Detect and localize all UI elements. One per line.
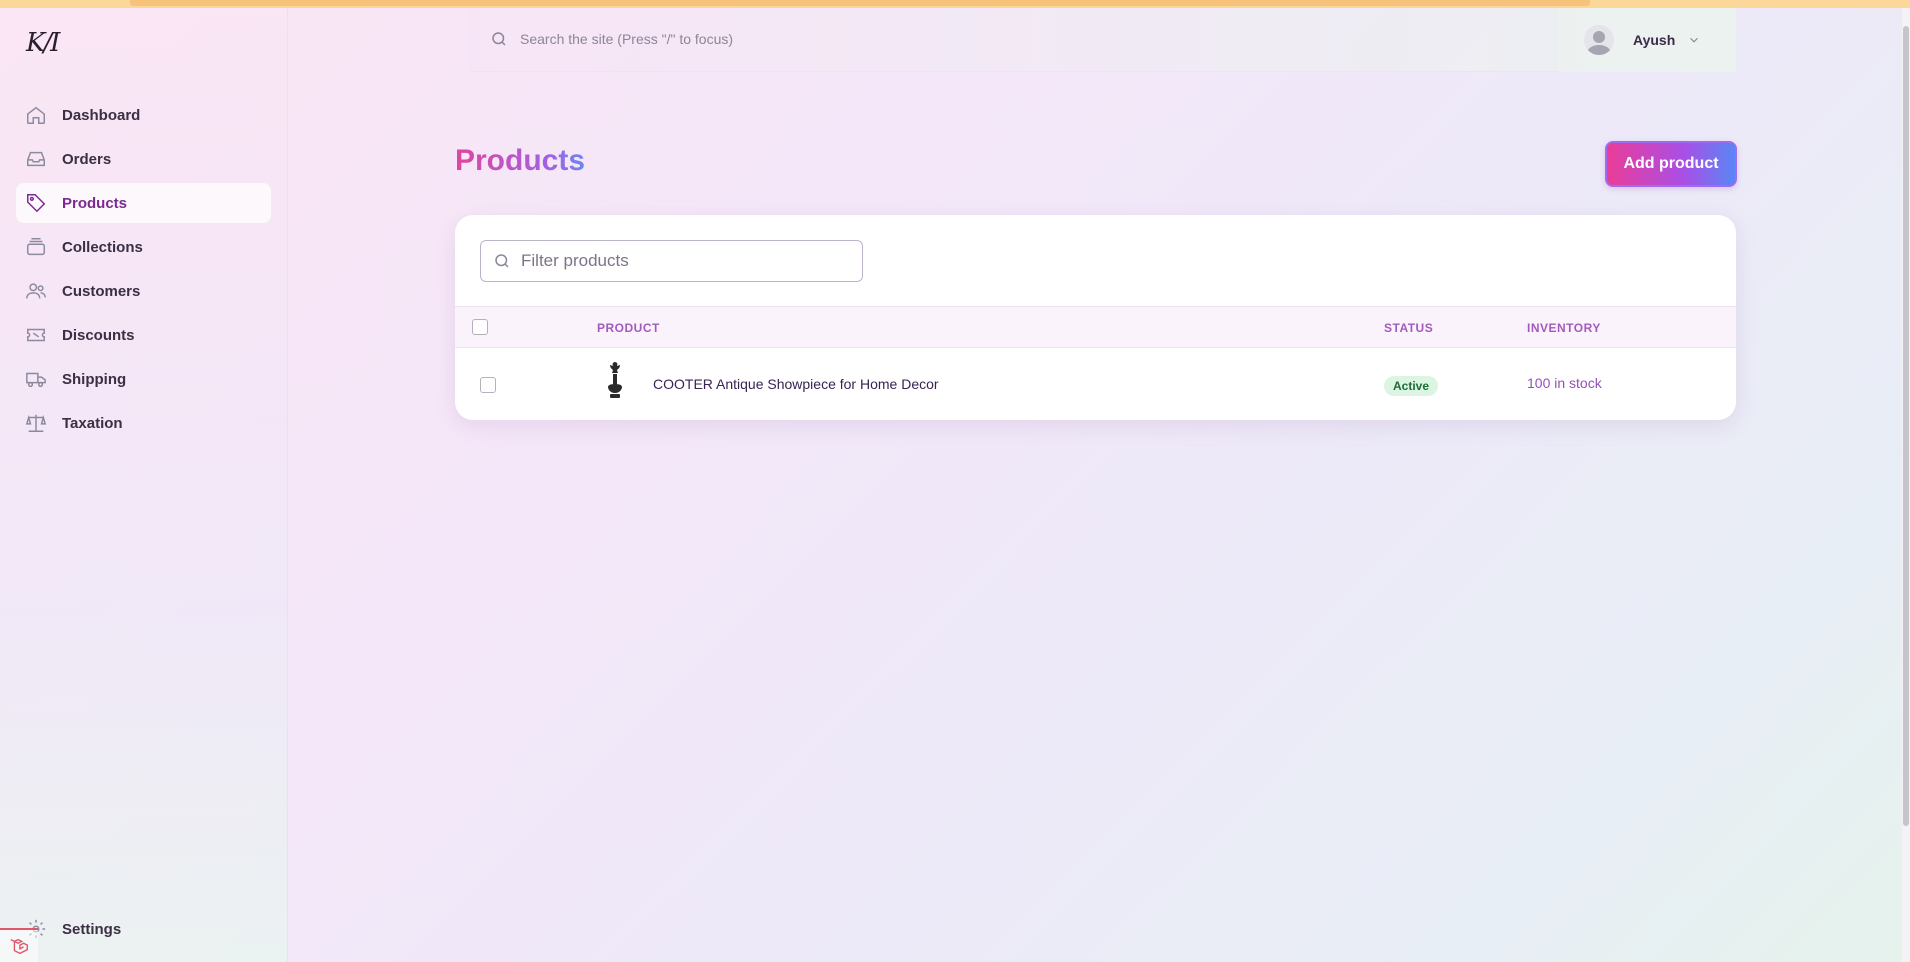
laravel-icon — [10, 938, 28, 955]
scale-icon — [25, 414, 47, 432]
avatar — [1584, 25, 1614, 55]
sidebar-nav: Dashboard Orders Products Collections Cu… — [16, 95, 271, 447]
filter-products-input[interactable] — [521, 251, 841, 271]
inventory-value: 100 in stock — [1527, 375, 1602, 391]
user-menu-button[interactable]: Ayush — [1558, 8, 1736, 72]
top-header: Ayush — [470, 8, 1736, 72]
app-logo[interactable]: K/I — [26, 28, 60, 58]
filter-field — [480, 240, 863, 282]
chevron-down-icon — [1690, 37, 1699, 43]
sidebar-item-customers[interactable]: Customers — [16, 271, 271, 311]
product-name-link[interactable]: COOTER Antique Showpiece for Home Decor — [653, 376, 939, 392]
sidebar-item-label: Collections — [62, 238, 143, 256]
sidebar-item-label: Settings — [62, 920, 122, 938]
sidebar: K/I Dashboard Orders Products Collection… — [0, 8, 288, 962]
users-icon — [26, 283, 46, 299]
top-accent-bar — [0, 0, 1910, 8]
page-scrollbar[interactable] — [1902, 8, 1910, 962]
search-icon — [495, 254, 509, 268]
sidebar-item-shipping[interactable]: Shipping — [16, 359, 271, 399]
sidebar-item-label: Customers — [62, 282, 141, 300]
column-header-inventory: INVENTORY — [1527, 321, 1601, 335]
site-search-input[interactable] — [520, 26, 1220, 52]
sidebar-item-settings[interactable]: Settings — [16, 909, 271, 949]
sidebar-item-label: Discounts — [62, 326, 135, 344]
table-header: PRODUCT STATUS INVENTORY — [455, 306, 1736, 348]
sidebar-settings: Settings — [16, 909, 271, 953]
search-icon — [492, 32, 506, 46]
inbox-icon — [27, 151, 45, 167]
sidebar-item-label: Taxation — [62, 414, 123, 432]
laravel-debug-badge[interactable] — [0, 928, 38, 962]
sidebar-item-label: Dashboard — [62, 106, 141, 124]
ticket-icon — [27, 328, 45, 342]
product-thumbnail — [608, 362, 622, 398]
sidebar-item-collections[interactable]: Collections — [16, 227, 271, 267]
status-badge: Active — [1384, 376, 1439, 396]
sidebar-item-taxation[interactable]: Taxation — [16, 403, 271, 443]
scrollbar-thumb[interactable] — [1903, 26, 1909, 826]
user-name: Ayush — [1633, 32, 1676, 48]
page-title: Products — [455, 144, 586, 177]
sidebar-item-products[interactable]: Products — [16, 183, 271, 223]
stack-icon — [27, 238, 45, 256]
sidebar-item-discounts[interactable]: Discounts — [16, 315, 271, 355]
sidebar-item-label: Products — [62, 194, 128, 212]
select-all-checkbox[interactable] — [472, 319, 488, 335]
truck-icon — [26, 372, 46, 388]
table-row[interactable]: COOTER Antique Showpiece for Home Decor … — [455, 348, 1736, 420]
sidebar-item-label: Shipping — [62, 370, 127, 388]
sidebar-item-orders[interactable]: Orders — [16, 139, 271, 179]
row-checkbox[interactable] — [480, 377, 496, 393]
sidebar-item-label: Orders — [62, 150, 112, 168]
column-header-product: PRODUCT — [597, 321, 660, 335]
column-header-status: STATUS — [1384, 321, 1434, 335]
add-product-button[interactable]: Add product — [1605, 141, 1737, 187]
tag-icon — [27, 194, 46, 213]
sidebar-item-dashboard[interactable]: Dashboard — [16, 95, 271, 135]
home-icon — [27, 106, 45, 124]
products-card: PRODUCT STATUS INVENTORY COOTER Antique … — [455, 215, 1736, 420]
